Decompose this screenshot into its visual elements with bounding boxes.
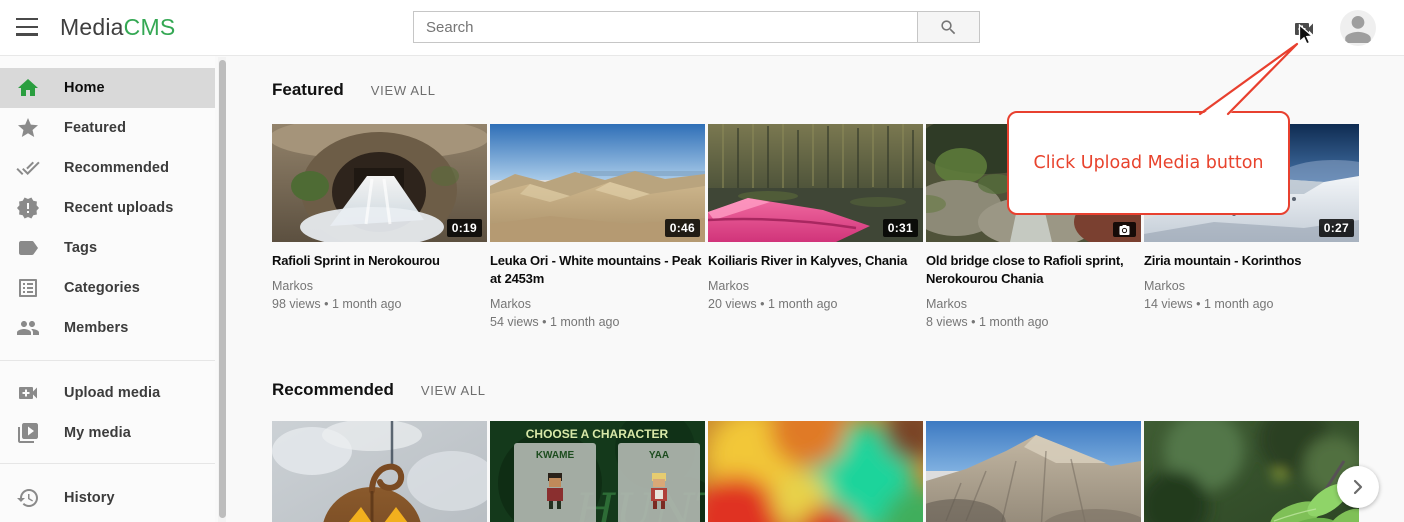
sidebar: Home Featured Recommended Recent uploads… [0, 56, 215, 522]
search-bar [413, 11, 980, 43]
double-check-icon [16, 156, 40, 180]
logo[interactable]: MediaCMS [60, 14, 175, 41]
sidebar-label: Recommended [64, 160, 169, 176]
search-input[interactable] [413, 11, 917, 43]
video-author[interactable]: Markos [708, 278, 923, 294]
video-thumbnail-color-blur[interactable] [708, 421, 923, 522]
sidebar-label: Upload media [64, 385, 160, 401]
sidebar-item-history[interactable]: History [0, 478, 215, 518]
sidebar-label: Home [64, 80, 105, 96]
recommended-section-header: Recommended VIEW ALL [272, 380, 486, 400]
video-thumbnail-waterfall[interactable]: 0:19 [272, 124, 487, 242]
duration-badge: 0:31 [883, 219, 918, 237]
search-icon [939, 18, 958, 37]
history-icon [16, 486, 40, 510]
sidebar-divider [0, 463, 215, 464]
sidebar-item-recommended[interactable]: Recommended [0, 148, 215, 188]
video-title[interactable]: Koiliaris River in Kalyves, Chania [708, 252, 923, 270]
tag-icon [16, 236, 40, 260]
categories-icon [16, 276, 40, 300]
video-author[interactable]: Markos [490, 296, 705, 312]
user-avatar[interactable] [1340, 10, 1376, 46]
sidebar-label: Featured [64, 120, 126, 136]
sidebar-label: My media [64, 425, 131, 441]
search-button[interactable] [917, 11, 980, 43]
members-icon [16, 316, 40, 340]
video-meta: 8 views • 1 month ago [926, 314, 1141, 330]
mediacms-app: MediaCMS Home Featured Recommended [0, 0, 1404, 522]
video-author[interactable]: Markos [272, 278, 487, 294]
section-title-recommended: Recommended [272, 380, 394, 400]
duration-badge: 0:27 [1319, 219, 1354, 237]
duration-badge: 0:19 [447, 219, 482, 237]
annotation-text: Click Upload Media button [1034, 153, 1264, 173]
sidebar-item-tags[interactable]: Tags [0, 228, 215, 268]
sidebar-divider [0, 360, 215, 361]
video-title[interactable]: Leuka Ori - White mountains - Peak at 24… [490, 252, 705, 288]
carousel-next-button[interactable] [1337, 466, 1379, 508]
new-releases-icon [16, 196, 40, 220]
sidebar-label: Categories [64, 280, 140, 296]
camera-icon [1118, 225, 1131, 236]
video-thumbnail-green-leaves[interactable] [1144, 421, 1359, 522]
video-library-icon [16, 421, 40, 445]
section-title-featured: Featured [272, 80, 344, 100]
logo-cms: CMS [124, 14, 176, 40]
video-thumbnail-pumpkin[interactable] [272, 421, 487, 522]
video-title[interactable]: Ziria mountain - Korinthos [1144, 252, 1359, 270]
top-bar: MediaCMS [0, 0, 1404, 56]
sidebar-item-recent-uploads[interactable]: Recent uploads [0, 188, 215, 228]
featured-view-all-link[interactable]: VIEW ALL [371, 83, 436, 98]
annotation-callout: Click Upload Media button [1007, 111, 1290, 215]
sidebar-label: Recent uploads [64, 200, 173, 216]
video-author[interactable]: Markos [926, 296, 1141, 312]
video-meta: 54 views • 1 month ago [490, 314, 705, 330]
upload-media-icon[interactable] [1292, 17, 1316, 41]
video-thumbnail-rocky-mountain[interactable] [926, 421, 1141, 522]
game-character-name-left: KWAME [536, 450, 575, 461]
recommended-view-all-link[interactable]: VIEW ALL [421, 383, 486, 398]
sidebar-item-categories[interactable]: Categories [0, 268, 215, 308]
menu-icon[interactable] [16, 18, 38, 36]
sidebar-item-featured[interactable]: Featured [0, 108, 215, 148]
sidebar-item-upload-media[interactable]: Upload media [0, 373, 215, 413]
video-thumbnail-game[interactable]: HUNT CHOOSE A CHARACTER KWAME YAA Select… [490, 421, 705, 522]
video-card[interactable]: 0:46 Leuka Ori - White mountains - Peak … [490, 124, 705, 330]
sidebar-item-home[interactable]: Home [0, 68, 215, 108]
video-author[interactable]: Markos [1144, 278, 1359, 294]
sidebar-item-my-media[interactable]: My media [0, 413, 215, 453]
game-heading-text: CHOOSE A CHARACTER [526, 427, 669, 441]
sidebar-label: History [64, 490, 115, 506]
featured-section-header: Featured VIEW ALL [272, 80, 436, 100]
video-meta: 14 views • 1 month ago [1144, 296, 1359, 312]
video-title[interactable]: Rafioli Sprint in Nerokourou [272, 252, 487, 270]
duration-badge: 0:46 [665, 219, 700, 237]
logo-media: Media [60, 14, 124, 40]
home-icon [16, 76, 40, 100]
video-thumbnail-mountains[interactable]: 0:46 [490, 124, 705, 242]
photo-badge [1113, 222, 1136, 237]
sidebar-label: Tags [64, 240, 97, 256]
sidebar-label: Members [64, 320, 128, 336]
sidebar-item-members[interactable]: Members [0, 308, 215, 348]
chevron-right-icon [1349, 478, 1367, 496]
video-meta: 20 views • 1 month ago [708, 296, 923, 312]
star-icon [16, 116, 40, 140]
video-card[interactable]: 0:19 Rafioli Sprint in Nerokourou Markos… [272, 124, 487, 312]
video-title[interactable]: Old bridge close to Rafioli sprint, Nero… [926, 252, 1141, 288]
game-character-name-right: YAA [649, 450, 669, 461]
video-card[interactable]: 0:31 Koiliaris River in Kalyves, Chania … [708, 124, 923, 312]
sidebar-scrollbar-thumb[interactable] [219, 60, 226, 518]
upload-media-icon [16, 381, 40, 405]
video-meta: 98 views • 1 month ago [272, 296, 487, 312]
video-thumbnail-river-kayak[interactable]: 0:31 [708, 124, 923, 242]
